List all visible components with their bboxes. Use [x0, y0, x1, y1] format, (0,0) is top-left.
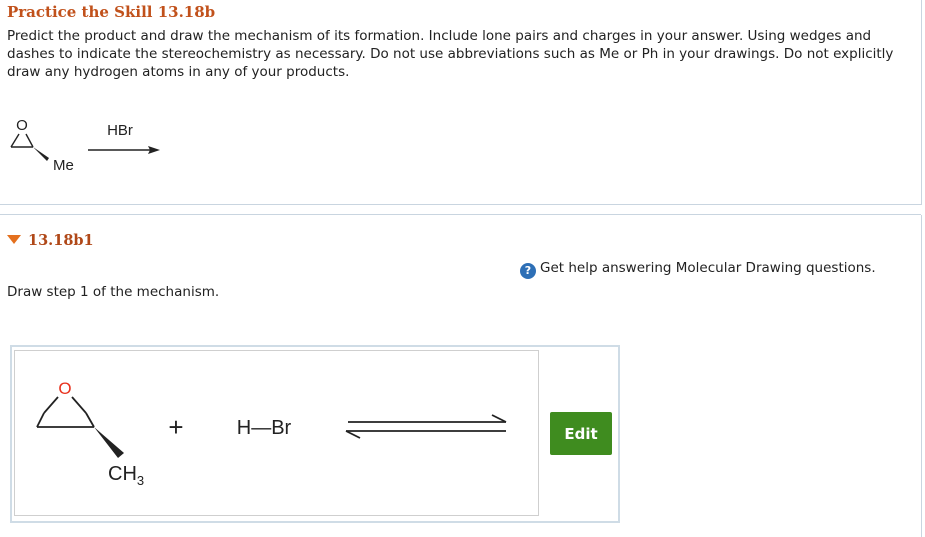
drawing-methyl-label: CH3: [108, 463, 144, 488]
epoxide-structure: [10, 133, 34, 148]
methyl-wedge: [33, 147, 49, 161]
methyl-ch: CH: [108, 463, 137, 485]
collapse-triangle-icon[interactable]: [7, 235, 21, 244]
hbr-label: H—Br: [237, 417, 292, 439]
methyl-subscript: 3: [137, 473, 144, 488]
help-text[interactable]: Get help answering Molecular Drawing que…: [540, 260, 876, 276]
reaction-scheme: O Me HBr: [10, 117, 160, 174]
reagent-label: HBr: [107, 122, 133, 139]
part-toggle[interactable]: 13.18b1: [7, 232, 94, 249]
equilibrium-arrows: [345, 414, 507, 439]
plus-sign: +: [168, 412, 183, 442]
epoxide-oxygen-label: O: [16, 117, 28, 134]
mechanism-drawing: O CH3 + H—Br: [36, 379, 507, 488]
drawing-oxygen-label: O: [58, 379, 71, 398]
part-label: 13.18b1: [28, 232, 94, 249]
instructions-text: Predict the product and draw the mechani…: [7, 28, 894, 80]
methyl-label: Me: [53, 157, 74, 174]
step-prompt: Draw step 1 of the mechanism.: [7, 284, 220, 300]
edit-button[interactable]: Edit: [550, 412, 612, 455]
practice-title: Practice the Skill 13.18b: [7, 3, 216, 21]
drawing-methyl-wedge: [94, 427, 124, 458]
drawing-epoxide-ring: [36, 396, 95, 428]
question-circle-icon[interactable]: ?: [520, 263, 536, 279]
help-link[interactable]: ? Get help answering Molecular Drawing qu…: [520, 260, 876, 279]
